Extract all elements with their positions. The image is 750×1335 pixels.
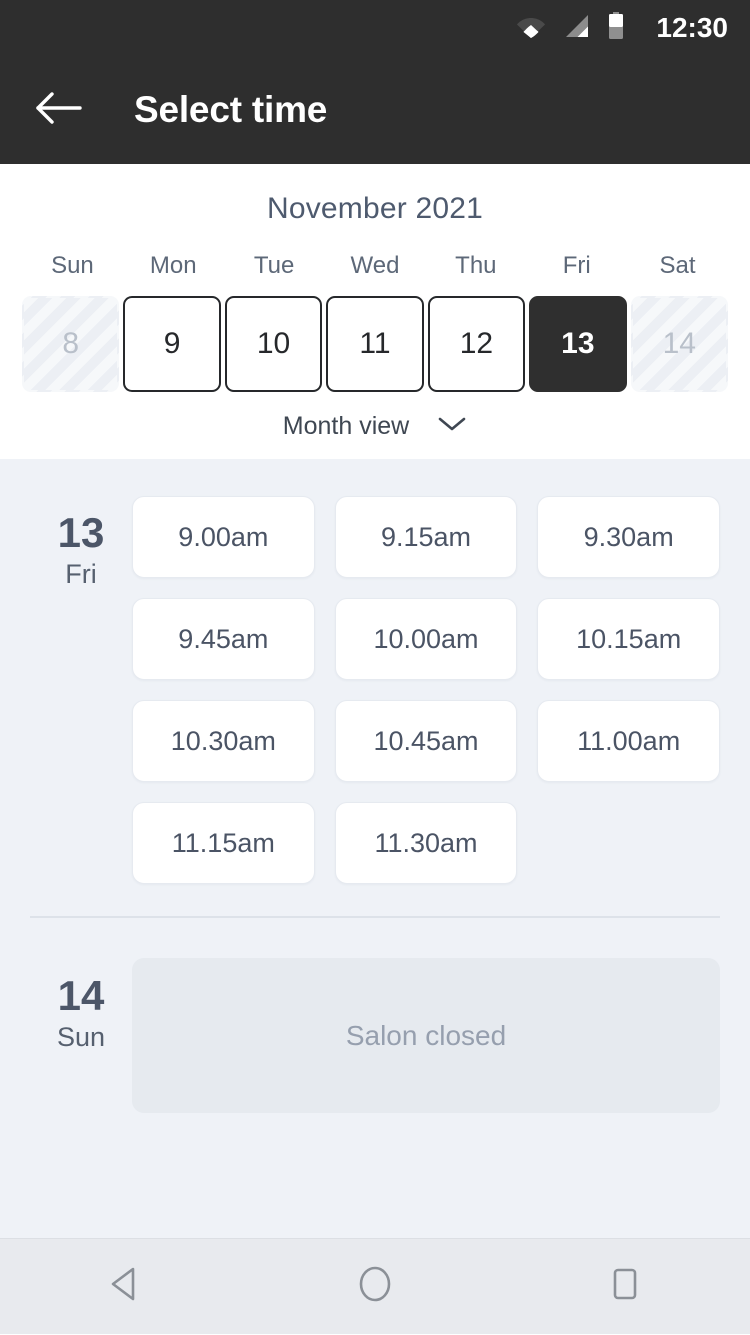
android-navigation-bar [0, 1238, 750, 1334]
cellular-signal-icon [564, 13, 590, 44]
schedule-day-14-content: Salon closed [132, 918, 720, 1123]
calendar-day-8: 8 [22, 296, 120, 392]
weekday-label-sat: Sat [659, 252, 696, 279]
schedule-day-13-slot-grid: 9.00am 9.15am 9.30am 9.45am 10.00am 10.1… [132, 459, 720, 894]
weekday-label-sun: Sun [51, 252, 94, 279]
time-slot[interactable]: 9.15am [334, 496, 518, 578]
battery-icon [608, 11, 624, 45]
weekday-label-wed: Wed [350, 252, 400, 279]
time-slot[interactable]: 10.00am [334, 598, 518, 680]
time-slot[interactable]: 11.00am [537, 700, 720, 782]
schedule-day-13: 13 Fri 9.00am 9.15am 9.30am 9.45am 10.00… [0, 459, 750, 894]
time-slot[interactable]: 10.45am [334, 700, 518, 782]
calendar-day-9[interactable]: 9 [123, 296, 221, 392]
arrow-left-icon [36, 91, 82, 130]
time-slot[interactable]: 9.45am [132, 598, 315, 680]
time-slot[interactable]: 11.30am [334, 802, 518, 884]
time-slot[interactable]: 9.00am [132, 496, 315, 578]
nav-recents-icon [607, 1264, 643, 1309]
time-slot[interactable]: 10.15am [537, 598, 720, 680]
nav-home-icon [355, 1263, 395, 1310]
weekday-label-thu: Thu [455, 252, 497, 279]
nav-recents-button[interactable] [565, 1239, 685, 1335]
calendar-day-11[interactable]: 11 [326, 296, 424, 392]
page-title: Select time [134, 89, 328, 130]
calendar-day-13[interactable]: 13 [529, 296, 627, 392]
schedule-day-13-number: 13 [57, 509, 105, 556]
nav-back-icon [107, 1264, 143, 1309]
salon-closed-card: Salon closed [132, 958, 720, 1113]
time-slot[interactable]: 11.15am [132, 802, 315, 884]
calendar-day-12[interactable]: 12 [427, 296, 526, 392]
calendar-panel: November 2021 Sun Mon Tue Wed Thu Fri Sa… [0, 164, 750, 459]
status-bar: 12:30 [0, 0, 750, 56]
app-bar: Select time [0, 56, 750, 164]
month-view-toggle[interactable]: Month view [0, 412, 750, 441]
calendar-day-14: 14 [630, 296, 728, 392]
back-button[interactable] [32, 83, 86, 137]
month-view-toggle-label: Month view [282, 412, 410, 440]
nav-back-button[interactable] [65, 1239, 185, 1335]
calendar-day-10[interactable]: 10 [224, 296, 323, 392]
schedule-day-13-label: 13 Fri [30, 459, 132, 894]
weekday-label-mon: Mon [149, 252, 197, 279]
schedule-list: 13 Fri 9.00am 9.15am 9.30am 9.45am 10.00… [0, 459, 750, 1238]
status-icon-group: 12:30 [516, 11, 728, 45]
time-slot[interactable]: 10.30am [132, 700, 315, 782]
wifi-icon [516, 14, 546, 43]
nav-home-button[interactable] [315, 1239, 435, 1335]
schedule-day-14-dow: Sun [56, 1022, 106, 1053]
time-slot[interactable]: 9.30am [537, 496, 720, 578]
weekday-label-tue: Tue [253, 252, 295, 279]
calendar-month-title: November 2021 [266, 192, 484, 225]
schedule-day-14: 14 Sun Salon closed [0, 918, 750, 1123]
weekday-label-fri: Fri [562, 252, 591, 279]
schedule-day-14-number: 14 [57, 972, 105, 1019]
app-root: 12:30 Select time November 2021 Sun Mon … [0, 0, 750, 1334]
schedule-day-13-dow: Fri [65, 559, 97, 590]
chevron-down-icon [437, 415, 467, 438]
calendar-day-row: 8 9 10 11 12 13 14 [0, 296, 750, 392]
status-clock: 12:30 [656, 12, 728, 43]
calendar-weekday-row: Sun Mon Tue Wed Thu Fri Sat [0, 252, 750, 280]
schedule-day-14-label: 14 Sun [30, 918, 132, 1123]
